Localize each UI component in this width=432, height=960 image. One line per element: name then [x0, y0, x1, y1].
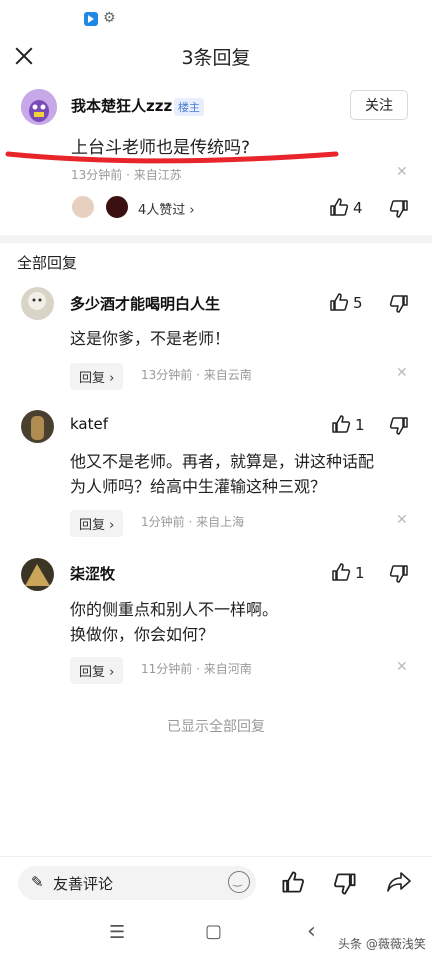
reply-button[interactable]: 回复 ›: [70, 510, 124, 537]
close-icon[interactable]: ✕: [396, 164, 408, 180]
home-icon[interactable]: ▢: [205, 921, 222, 942]
status-bar: ⚙: [0, 0, 432, 36]
share-icon[interactable]: [386, 870, 412, 898]
username[interactable]: 多少酒才能喝明白人生: [70, 293, 220, 314]
back-icon[interactable]: ‹: [307, 919, 316, 944]
like-count: 4: [353, 199, 363, 217]
page-title: 3条回复: [181, 47, 251, 69]
likers-link[interactable]: 4人赞过 ›: [138, 199, 195, 218]
thumbs-up-icon[interactable]: [329, 197, 349, 221]
thumbs-down-icon[interactable]: [389, 294, 409, 318]
close-icon[interactable]: ✕: [396, 365, 408, 381]
avatar: [104, 194, 130, 220]
close-icon[interactable]: ✕: [396, 512, 408, 528]
comment-text: 为人师吗？给高中生灌输这种三观？: [70, 477, 327, 496]
comment-meta: 13分钟前 · 来自云南: [141, 368, 252, 382]
author-badge: 楼主: [174, 98, 204, 116]
gear-icon: ⚙: [103, 10, 116, 26]
reply-button[interactable]: 回复 ›: [70, 363, 124, 390]
follow-button[interactable]: 关注: [350, 90, 408, 120]
watermark: 头条 @薇薇浅笑: [338, 937, 426, 951]
comment-text: 换做你，你会如何？: [70, 625, 215, 644]
blue-app-icon: [84, 12, 98, 26]
thumbs-up-icon[interactable]: [281, 870, 305, 898]
thumbs-down-icon[interactable]: [333, 872, 357, 900]
username[interactable]: katef: [70, 415, 108, 433]
comment-meta: 11分钟前 · 来自河南: [141, 662, 252, 676]
avatar[interactable]: [21, 89, 57, 125]
reply-button[interactable]: 回复 ›: [70, 657, 124, 684]
avatar[interactable]: [21, 558, 54, 591]
like-count: 5: [353, 294, 363, 312]
avatar: [70, 194, 96, 220]
comment-input-placeholder: 友善评论: [53, 875, 114, 893]
comment-meta: 1分钟前 · 来自上海: [141, 515, 245, 529]
like-count: 1: [355, 564, 365, 582]
thumbs-down-icon[interactable]: [389, 416, 409, 440]
thumbs-up-icon[interactable]: [329, 292, 349, 316]
emoji-icon[interactable]: [228, 871, 250, 893]
section-divider: [0, 235, 432, 243]
username[interactable]: 我本楚狂人zzz: [71, 95, 172, 116]
close-icon[interactable]: ✕: [396, 659, 408, 675]
username[interactable]: 柒涩牧: [70, 563, 115, 584]
comment-meta: 13分钟前 · 来自江苏: [71, 168, 182, 182]
comment-text: 他又不是老师。再者，就算是，讲这种话配: [70, 452, 375, 471]
like-count: 1: [355, 416, 365, 434]
end-of-list-text: 已显示全部回复: [167, 719, 265, 735]
thumbs-up-icon[interactable]: [331, 562, 351, 586]
thumbs-down-icon[interactable]: [389, 564, 409, 588]
avatar[interactable]: [21, 410, 54, 443]
thumbs-down-icon[interactable]: [389, 199, 409, 223]
menu-icon[interactable]: ☰: [109, 922, 125, 943]
comment-text: 你的侧重点和别人不一样啊。: [70, 600, 279, 619]
pen-icon: ✎: [31, 873, 44, 891]
avatar[interactable]: [21, 287, 54, 320]
comment-text: 这是你爹，不是老师！: [70, 329, 231, 348]
red-underline-annotation: [5, 151, 339, 164]
thumbs-up-icon[interactable]: [331, 414, 351, 438]
section-title: 全部回复: [17, 254, 78, 272]
